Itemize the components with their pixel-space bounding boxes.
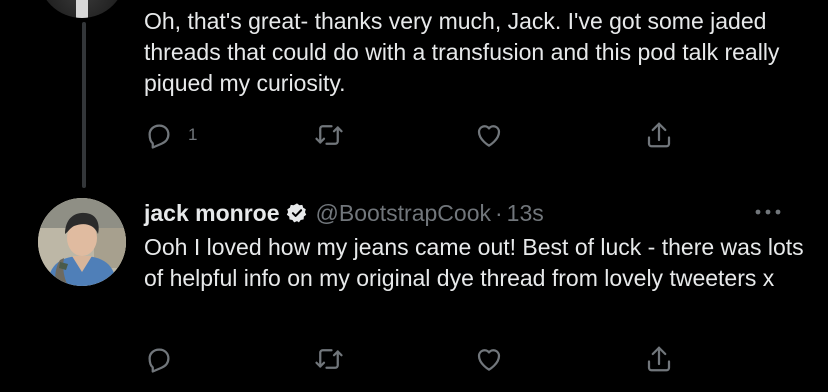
avatar-portrait-icon [38, 198, 126, 286]
previous-author-avatar[interactable] [38, 0, 126, 18]
retweet-icon [315, 125, 343, 145]
thread-connector-line [82, 22, 86, 188]
reply-icon [148, 348, 170, 373]
like-button[interactable] [474, 118, 504, 152]
share-icon [647, 122, 671, 148]
author-display-name[interactable]: jack monroe [144, 200, 280, 227]
reply-tweet-text: Ooh I loved how my jeans came out! Best … [144, 234, 804, 291]
share-button[interactable] [644, 118, 674, 152]
reply-button[interactable]: 1 [144, 118, 197, 152]
heart-icon [477, 349, 501, 371]
more-options-button[interactable] [750, 200, 786, 224]
reply-icon [148, 124, 170, 149]
retweet-icon [315, 349, 343, 369]
reply-button[interactable] [144, 342, 174, 376]
share-button[interactable] [644, 342, 674, 376]
retweet-button[interactable] [314, 118, 344, 152]
reply-tweet-header: jack monroe @BootstrapCook · 13s [144, 198, 544, 228]
heart-icon [477, 125, 501, 147]
reply-count: 1 [188, 125, 198, 144]
reply-author-avatar[interactable] [38, 198, 126, 286]
like-button[interactable] [474, 342, 504, 376]
verified-badge-icon [286, 203, 306, 223]
previous-tweet-actions: 1 [144, 118, 684, 152]
more-options-icon [755, 209, 781, 215]
header-separator: · [495, 199, 503, 226]
previous-tweet-text: Oh, that's great- thanks very much, Jack… [144, 8, 780, 96]
avatar-collar [76, 0, 88, 18]
tweet-timestamp[interactable]: 13s [507, 200, 544, 227]
author-handle[interactable]: @BootstrapCook [316, 200, 492, 227]
retweet-button[interactable] [314, 342, 344, 376]
share-icon [647, 346, 671, 372]
reply-tweet-actions [144, 342, 684, 376]
